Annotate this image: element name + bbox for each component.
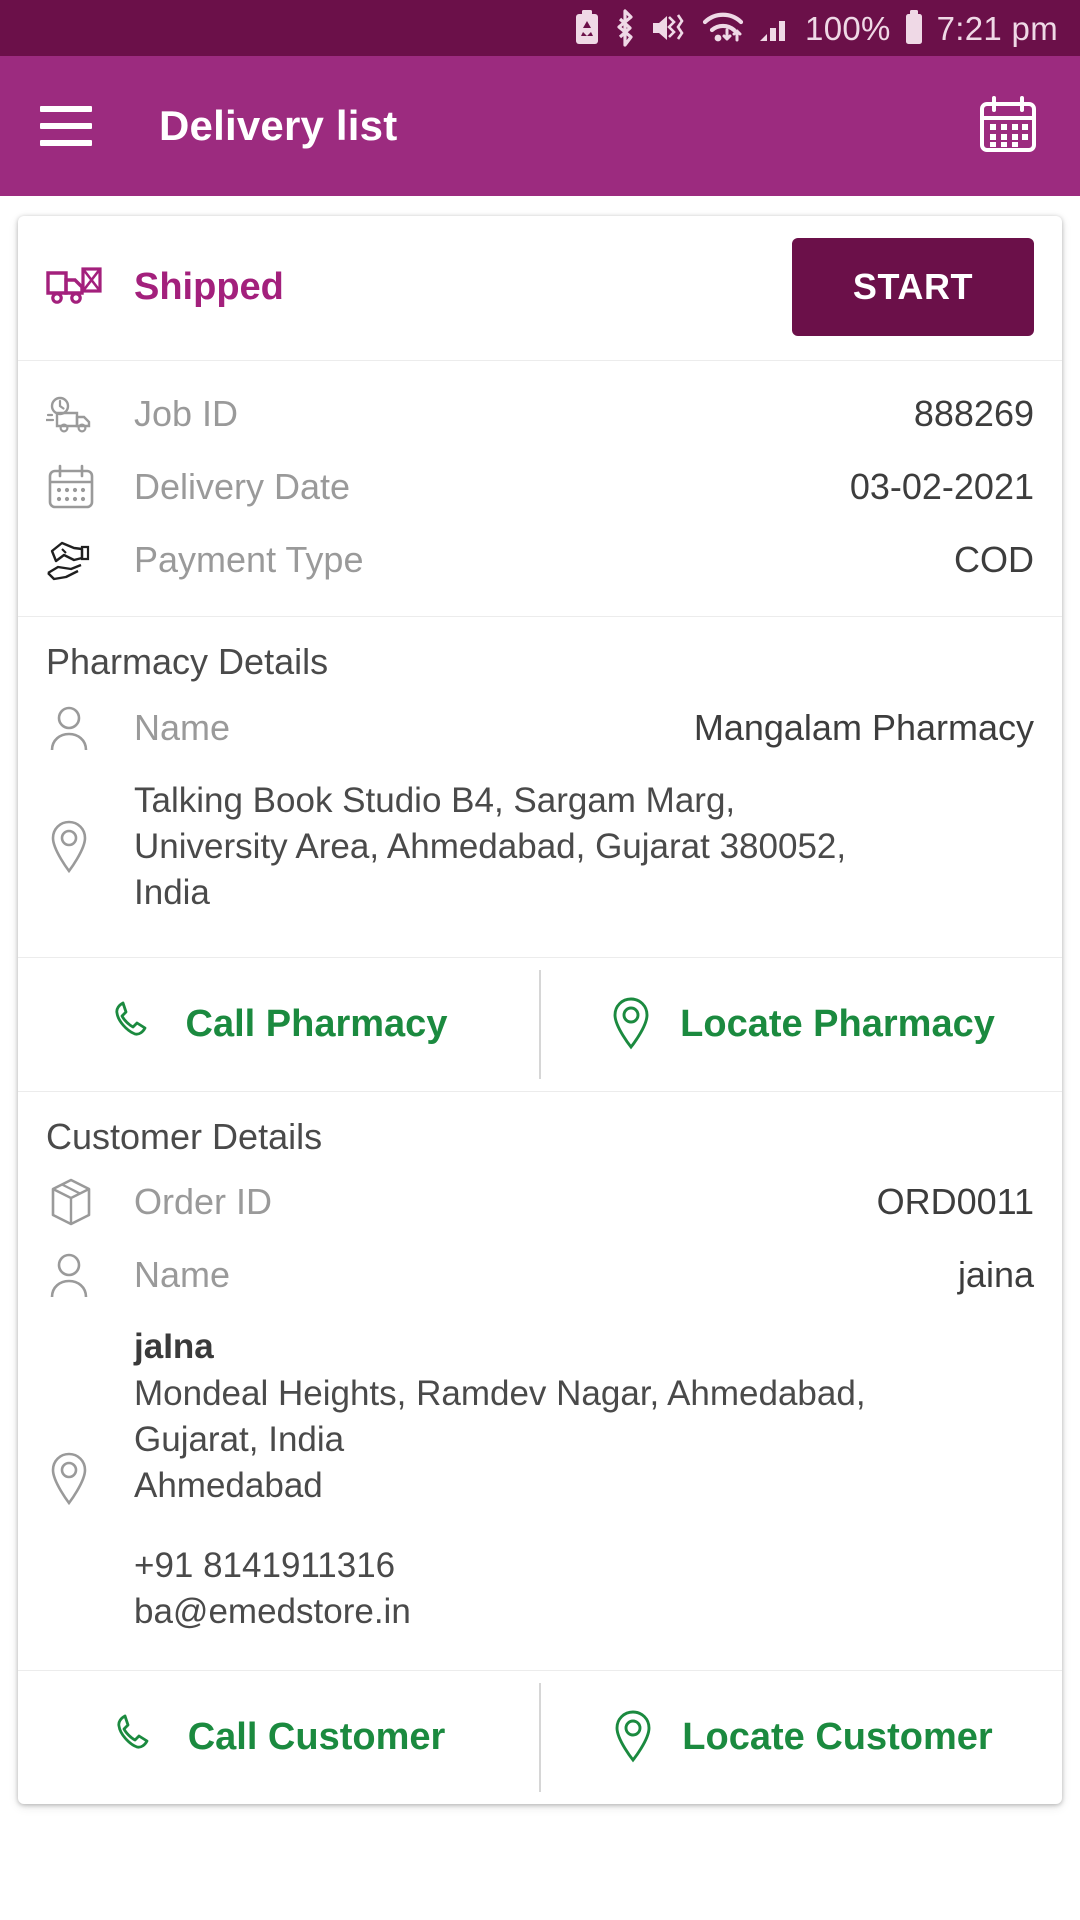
calendar-icon: [46, 463, 108, 511]
detail-row-payment-type: Payment Type COD: [46, 523, 1034, 596]
customer-address-name: jaIna: [134, 1326, 214, 1366]
status-badge: Shipped: [134, 265, 284, 308]
call-customer-button[interactable]: Call Customer: [18, 1671, 539, 1804]
delivery-job-card: Shipped START Job ID 888269 Delivery Dat…: [18, 216, 1062, 1804]
locate-customer-button[interactable]: Locate Customer: [541, 1671, 1062, 1804]
phone-icon: [110, 998, 160, 1051]
detail-row-order-id: Order ID ORD0011: [46, 1166, 1034, 1239]
phone-icon: [112, 1711, 162, 1764]
pharmacy-details-heading: Pharmacy Details: [46, 641, 329, 682]
location-pin-icon: [46, 1451, 108, 1507]
call-pharmacy-label: Call Pharmacy: [185, 1002, 448, 1045]
battery-icon: [904, 10, 924, 46]
customer-details-rows: Order ID ORD0011 Name jaina jaIna Mondea…: [18, 1166, 1062, 1670]
detail-row-customer-name: Name jaina: [46, 1239, 1034, 1312]
hamburger-menu-icon[interactable]: [40, 106, 92, 146]
pharmacy-details-rows: Name Mangalam Pharmacy Talking Book Stud…: [18, 691, 1062, 957]
customer-actions: Call Customer Locate Customer: [18, 1671, 1062, 1804]
call-customer-label: Call Customer: [187, 1715, 446, 1758]
location-pin-icon: [46, 819, 108, 875]
detail-row-delivery-date: Delivery Date 03-02-2021: [46, 450, 1034, 523]
delivery-list-scroll: Shipped START Job ID 888269 Delivery Dat…: [0, 196, 1080, 1804]
location-pin-icon: [608, 996, 654, 1053]
location-pin-icon: [610, 1709, 656, 1766]
battery-saver-icon: [574, 10, 600, 46]
app-bar: Delivery list: [0, 56, 1080, 196]
customer-address-line2: Gujarat, India: [134, 1419, 345, 1459]
bluetooth-icon: [613, 9, 637, 47]
detail-label: Order ID: [134, 1181, 273, 1223]
pharmacy-actions: Call Pharmacy Locate Pharmacy: [18, 958, 1062, 1091]
status-row: Shipped START: [18, 216, 1062, 360]
detail-value: ORD0011: [876, 1181, 1034, 1223]
call-pharmacy-button[interactable]: Call Pharmacy: [18, 958, 539, 1091]
battery-percent-label: 100%: [805, 9, 891, 47]
detail-label: Name: [134, 1254, 231, 1296]
package-box-icon: [46, 1176, 108, 1228]
locate-pharmacy-button[interactable]: Locate Pharmacy: [541, 958, 1062, 1091]
detail-value: Mangalam Pharmacy: [693, 706, 1034, 748]
cash-in-hand-icon: [46, 535, 108, 585]
locate-pharmacy-label: Locate Pharmacy: [680, 1002, 995, 1045]
page-title: Delivery list: [159, 102, 398, 149]
detail-label: Payment Type: [134, 538, 364, 580]
person-icon: [46, 703, 108, 753]
customer-phone: +91 8141911316: [134, 1546, 396, 1586]
customer-details-heading: Customer Details: [46, 1115, 323, 1157]
detail-row-pharmacy-name: Name Mangalam Pharmacy: [46, 691, 1034, 764]
vibrate-mute-icon: [650, 11, 688, 45]
status-bar: 100% 7:21 pm: [0, 0, 1080, 56]
detail-value: 03-02-2021: [849, 465, 1034, 507]
detail-value: 888269: [913, 392, 1034, 434]
customer-address-line1: Mondeal Heights, Ramdev Nagar, Ahmedabad…: [134, 1373, 866, 1413]
clock-label: 7:21 pm: [936, 9, 1058, 47]
pharmacy-address: Talking Book Studio B4, Sargam Marg, Uni…: [134, 781, 847, 913]
customer-address-row: jaIna Mondeal Heights, Ramdev Nagar, Ahm…: [46, 1312, 1034, 1652]
customer-email: ba@emedstore.in: [134, 1592, 411, 1632]
locate-customer-label: Locate Customer: [682, 1715, 993, 1758]
detail-value: COD: [954, 538, 1034, 580]
detail-label: Job ID: [134, 392, 239, 434]
person-icon: [46, 1250, 108, 1300]
detail-label: Delivery Date: [134, 465, 351, 507]
shipping-truck-icon: [46, 265, 108, 309]
job-detail-list: Job ID 888269 Delivery Date 03-02-2021 P…: [18, 361, 1062, 616]
customer-address-body: jaIna Mondeal Heights, Ramdev Nagar, Ahm…: [134, 1322, 866, 1636]
delivery-truck-clock-icon: [46, 393, 108, 435]
detail-row-job-id: Job ID 888269: [46, 377, 1034, 450]
wifi-icon: [701, 10, 745, 46]
pharmacy-address-row: Talking Book Studio B4, Sargam Marg, Uni…: [46, 764, 1034, 939]
calendar-icon[interactable]: [976, 92, 1040, 161]
signal-bars-icon: [758, 11, 792, 45]
detail-value: jaina: [957, 1254, 1034, 1296]
detail-label: Name: [134, 706, 231, 748]
start-button[interactable]: START: [792, 238, 1034, 336]
customer-address-city: Ahmedabad: [134, 1465, 323, 1505]
